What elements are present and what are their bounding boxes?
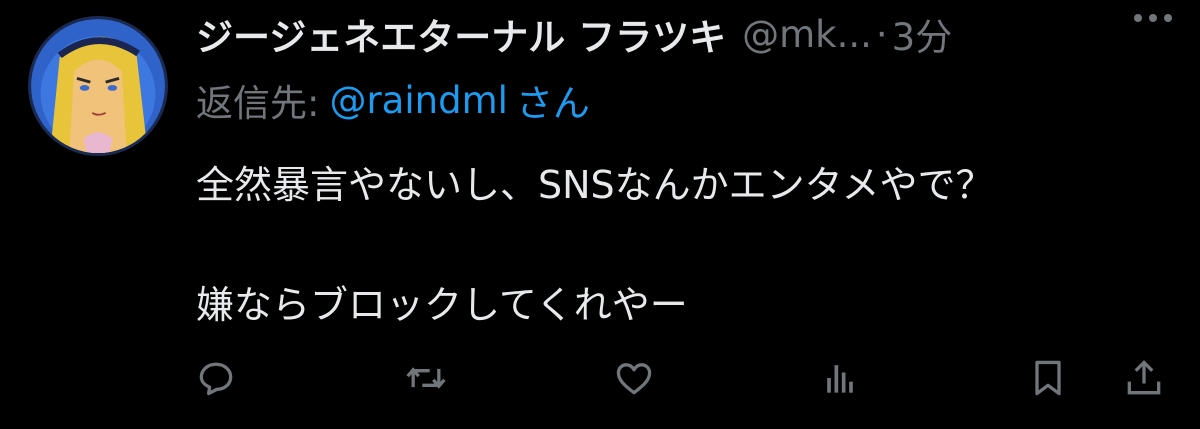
retweet-icon: [406, 367, 446, 389]
action-bar: [190, 352, 1170, 404]
bookmark-icon: [1035, 360, 1061, 396]
tweet-text-line: 全然暴言やないし、SNSなんかエンタメやで？: [196, 163, 994, 207]
separator-dot: ·: [875, 12, 888, 56]
tweet-text-line: 嫌ならブロックしてくれやー: [196, 283, 688, 327]
share-button[interactable]: [1118, 352, 1170, 404]
retweet-button[interactable]: [400, 352, 452, 404]
bookmark-button[interactable]: [1022, 352, 1074, 404]
reply-mention-link[interactable]: @raindml: [329, 79, 507, 122]
reply-icon: [199, 362, 233, 396]
views-button[interactable]: [814, 352, 866, 404]
timestamp[interactable]: 3分: [892, 7, 953, 61]
tweet-header: ジージェネエターナル フラツキ @mk... · 3分: [196, 4, 1180, 64]
like-button[interactable]: [608, 352, 660, 404]
reply-button[interactable]: [190, 352, 242, 404]
reply-context: 返信先: @raindml さん: [196, 72, 590, 128]
display-name[interactable]: ジージェネエターナル フラツキ: [196, 7, 726, 61]
avatar-image: [31, 19, 165, 153]
reply-prefix: 返信先:: [196, 82, 320, 125]
more-dots-icon[interactable]: [1134, 14, 1172, 22]
like-icon: [616, 363, 652, 395]
share-icon: [1127, 360, 1161, 395]
user-handle[interactable]: @mk...: [742, 13, 872, 56]
views-icon: [827, 365, 853, 393]
avatar[interactable]: [28, 16, 168, 156]
reply-suffix: さん: [515, 82, 590, 125]
